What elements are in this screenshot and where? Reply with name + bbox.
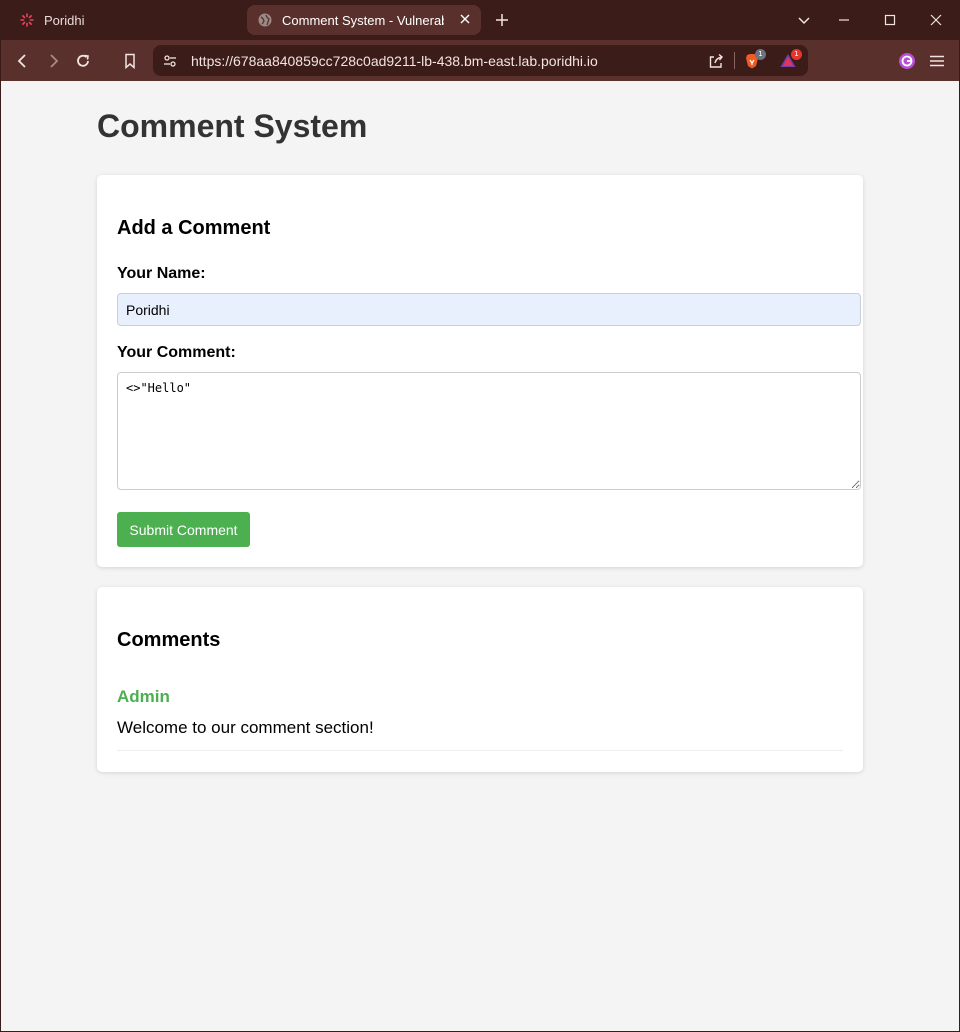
page-title: Comment System	[97, 108, 368, 144]
share-icon[interactable]	[707, 52, 725, 70]
close-tab-icon[interactable]	[459, 13, 471, 25]
tab-title: Comment System - Vulnerable	[282, 12, 444, 28]
url-text: https://678aa840859cc728c0ad9211-lb-438.…	[191, 53, 598, 69]
forward-icon[interactable]	[44, 52, 62, 70]
hamburger-menu-icon[interactable]	[928, 52, 946, 70]
browser-toolbar: https://678aa840859cc728c0ad9211-lb-438.…	[0, 40, 960, 81]
close-window-icon[interactable]	[928, 12, 944, 28]
address-bar[interactable]: https://678aa840859cc728c0ad9211-lb-438.…	[153, 45, 808, 76]
new-tab-icon[interactable]	[494, 12, 510, 28]
tab-search-chevron-icon[interactable]	[796, 12, 812, 28]
comment-text: Welcome to our comment section!	[117, 718, 374, 737]
reload-icon[interactable]	[74, 52, 92, 70]
minimize-icon[interactable]	[836, 12, 852, 28]
tab-comment-system[interactable]: Comment System - Vulnerable	[247, 5, 481, 35]
comments-card: Comments Admin Welcome to our comment se…	[97, 587, 863, 772]
comments-heading: Comments	[117, 629, 221, 651]
site-settings-icon[interactable]	[161, 52, 179, 70]
tab-title: Poridhi	[44, 12, 85, 28]
back-icon[interactable]	[14, 52, 32, 70]
globe-icon	[258, 13, 272, 27]
brave-rewards-button[interactable]: 1	[779, 49, 802, 70]
rewards-count-badge: 1	[791, 49, 802, 60]
tab-poridhi[interactable]: Poridhi	[10, 5, 235, 35]
bookmark-icon[interactable]	[121, 52, 139, 70]
comment-label: Your Comment:	[117, 344, 236, 361]
name-input[interactable]	[117, 293, 861, 326]
add-comment-heading: Add a Comment	[117, 217, 271, 239]
brave-shields-button[interactable]: 1	[743, 49, 766, 70]
comment-divider	[117, 750, 843, 751]
shields-count-badge: 1	[755, 49, 766, 60]
name-label: Your Name:	[117, 265, 206, 282]
maximize-icon[interactable]	[882, 12, 898, 28]
loading-spinner-icon	[20, 13, 34, 27]
comment-textarea[interactable]: <>"Hello"	[117, 372, 861, 490]
submit-comment-button[interactable]: Submit Comment	[117, 512, 250, 547]
comment-author: Admin	[117, 687, 170, 706]
leo-ai-icon[interactable]	[898, 52, 916, 70]
tab-strip: Poridhi Comment System - Vulnerable	[0, 0, 960, 40]
add-comment-card: Add a Comment Your Name: Your Comment: <…	[97, 175, 863, 567]
